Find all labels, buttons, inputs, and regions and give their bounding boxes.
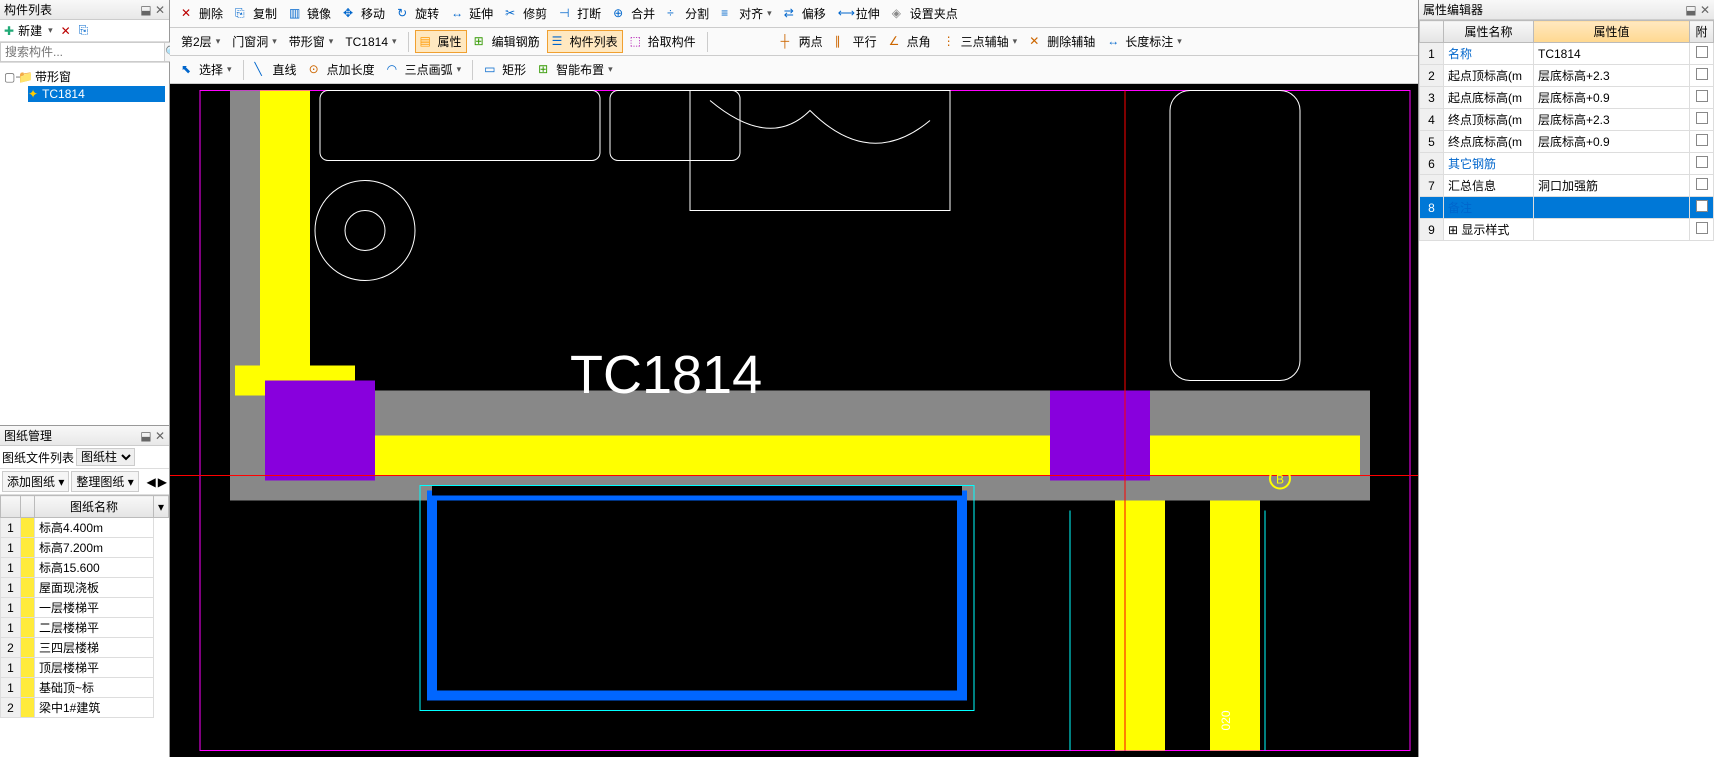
drawing-row[interactable]: 1二层楼梯平 xyxy=(1,618,169,638)
organize-drawing-button[interactable]: 整理图纸 ▾ xyxy=(71,471,138,492)
property-row[interactable]: 1 名称 TC1814 xyxy=(1420,43,1714,65)
layer-select[interactable]: 第2层▾ xyxy=(176,30,225,53)
prop-name-header: 属性名称 xyxy=(1444,21,1534,43)
merge-button[interactable]: 合并 xyxy=(608,2,660,25)
delete-aux-button[interactable]: 删除辅轴 xyxy=(1024,30,1100,53)
canvas-label: TC1814 xyxy=(570,344,762,406)
dim-label: 020 xyxy=(1219,710,1233,730)
line-tool[interactable]: 直线 xyxy=(250,58,302,81)
code-select[interactable]: TC1814▾ xyxy=(340,32,401,52)
three-aux-button[interactable]: 三点辅轴▾ xyxy=(938,30,1023,53)
smart-layout-tool[interactable]: 智能布置▾ xyxy=(533,58,618,81)
move-button[interactable]: 移动 xyxy=(338,2,390,25)
drawing-row[interactable]: 1标高7.200m xyxy=(1,538,169,558)
panel-pin-icon[interactable]: ⬓ ✕ xyxy=(140,3,165,17)
svg-text:B: B xyxy=(1276,473,1284,487)
drawing-row[interactable]: 1标高15.600 xyxy=(1,558,169,578)
property-row[interactable]: 2 起点顶标高(m 层底标高+2.3 xyxy=(1420,65,1714,87)
drawing-panel-close-icon[interactable]: ⬓ ✕ xyxy=(140,429,165,443)
tree-root-strip-window[interactable]: ▢− 📁 带形窗 xyxy=(4,67,165,86)
grip-button[interactable]: 设置夹点 xyxy=(887,2,963,25)
copy-component-icon[interactable]: ⎘ xyxy=(79,23,89,38)
pick-component-button[interactable]: 拾取构件 xyxy=(625,30,701,53)
two-point-button[interactable]: 两点 xyxy=(776,30,828,53)
property-row[interactable]: 9 ⊞ 显示样式 xyxy=(1420,219,1714,241)
property-row[interactable]: 6 其它钢筋 xyxy=(1420,153,1714,175)
cad-canvas[interactable]: B 020 TC1814 xyxy=(170,84,1418,757)
property-row[interactable]: 5 终点底标高(m 层底标高+0.9 xyxy=(1420,131,1714,153)
offset-button[interactable]: 偏移 xyxy=(779,2,831,25)
dimension-button[interactable]: 长度标注▾ xyxy=(1102,30,1187,53)
copy-button[interactable]: 复制 xyxy=(230,2,282,25)
property-row[interactable]: 7 汇总信息 洞口加强筋 xyxy=(1420,175,1714,197)
drawing-panel-header: 图纸管理 ⬓ ✕ xyxy=(0,426,169,446)
drawing-name-header: 图纸名称 xyxy=(35,496,154,518)
extend-button[interactable]: 延伸 xyxy=(446,2,498,25)
toolbar-context: 第2层▾ 门窗洞▾ 带形窗▾ TC1814▾ 属性 编辑钢筋 构件列表 拾取构件… xyxy=(170,28,1418,56)
edit-rebar-button[interactable]: 编辑钢筋 xyxy=(469,30,545,53)
drawing-row[interactable]: 2三四层楼梯 xyxy=(1,638,169,658)
drawing-row[interactable]: 1顶层楼梯平 xyxy=(1,658,169,678)
drawing-row[interactable]: 1标高4.400m xyxy=(1,518,169,538)
point-tool[interactable]: 点加长度 xyxy=(304,58,380,81)
select-tool[interactable]: 选择▾ xyxy=(176,58,237,81)
toolbar-draw: 选择▾ 直线 点加长度 三点画弧▾ 矩形 智能布置▾ xyxy=(170,56,1418,84)
property-row[interactable]: 3 起点底标高(m 层底标高+0.9 xyxy=(1420,87,1714,109)
new-icon: ✚ xyxy=(4,24,14,38)
delete-component-icon[interactable]: ✕ xyxy=(61,24,71,38)
mirror-button[interactable]: 镜像 xyxy=(284,2,336,25)
prop-value-header[interactable]: 属性值 xyxy=(1534,21,1690,43)
drawing-row[interactable]: 2梁中1#建筑 xyxy=(1,698,169,718)
door-select[interactable]: 门窗洞▾ xyxy=(227,30,282,53)
strip-select[interactable]: 带形窗▾ xyxy=(284,30,339,53)
add-drawing-button[interactable]: 添加图纸 ▾ xyxy=(2,471,69,492)
property-panel-close-icon[interactable]: ⬓ ✕ xyxy=(1685,3,1710,17)
drawing-filter-select[interactable]: 图纸柱 xyxy=(76,448,135,466)
tree-item-tc1814[interactable]: ✦ TC1814 xyxy=(28,86,165,102)
property-panel-header: 属性编辑器 ⬓ ✕ xyxy=(1419,0,1714,20)
prop-attach-header: 附 xyxy=(1690,21,1714,43)
parallel-button[interactable]: 平行 xyxy=(830,30,882,53)
stretch-button[interactable]: 拉伸 xyxy=(833,2,885,25)
split-button[interactable]: 分割 xyxy=(662,2,714,25)
drawing-row[interactable]: 1屋面现浇板 xyxy=(1,578,169,598)
delete-button[interactable]: 删除 xyxy=(176,2,228,25)
drawing-row[interactable]: 1基础顶~标 xyxy=(1,678,169,698)
drawing-nav-left-icon[interactable]: ◀ xyxy=(147,475,156,489)
rect-tool[interactable]: 矩形 xyxy=(479,58,531,81)
trim-button[interactable]: 修剪 xyxy=(500,2,552,25)
property-button[interactable]: 属性 xyxy=(415,30,467,53)
arc-tool[interactable]: 三点画弧▾ xyxy=(382,58,467,81)
search-input[interactable] xyxy=(0,42,165,62)
break-button[interactable]: 打断 xyxy=(554,2,606,25)
drawing-nav-right-icon[interactable]: ▶ xyxy=(158,475,167,489)
property-row[interactable]: 4 终点顶标高(m 层底标高+2.3 xyxy=(1420,109,1714,131)
rotate-button[interactable]: 旋转 xyxy=(392,2,444,25)
drawing-row[interactable]: 1一层楼梯平 xyxy=(1,598,169,618)
component-list-button[interactable]: 构件列表 xyxy=(547,30,623,53)
angle-button[interactable]: 点角 xyxy=(884,30,936,53)
align-button[interactable]: 对齐▾ xyxy=(716,2,777,25)
component-list-header: 构件列表 ⬓ ✕ xyxy=(0,0,169,20)
drawing-file-list-label: 图纸文件列表 xyxy=(2,449,74,466)
toolbar-edit: 删除 复制 镜像 移动 旋转 延伸 修剪 打断 合并 分割 对齐▾ 偏移 拉伸 … xyxy=(170,0,1418,28)
property-row[interactable]: 8 备注 xyxy=(1420,197,1714,219)
new-button[interactable]: 新建 xyxy=(18,22,42,39)
